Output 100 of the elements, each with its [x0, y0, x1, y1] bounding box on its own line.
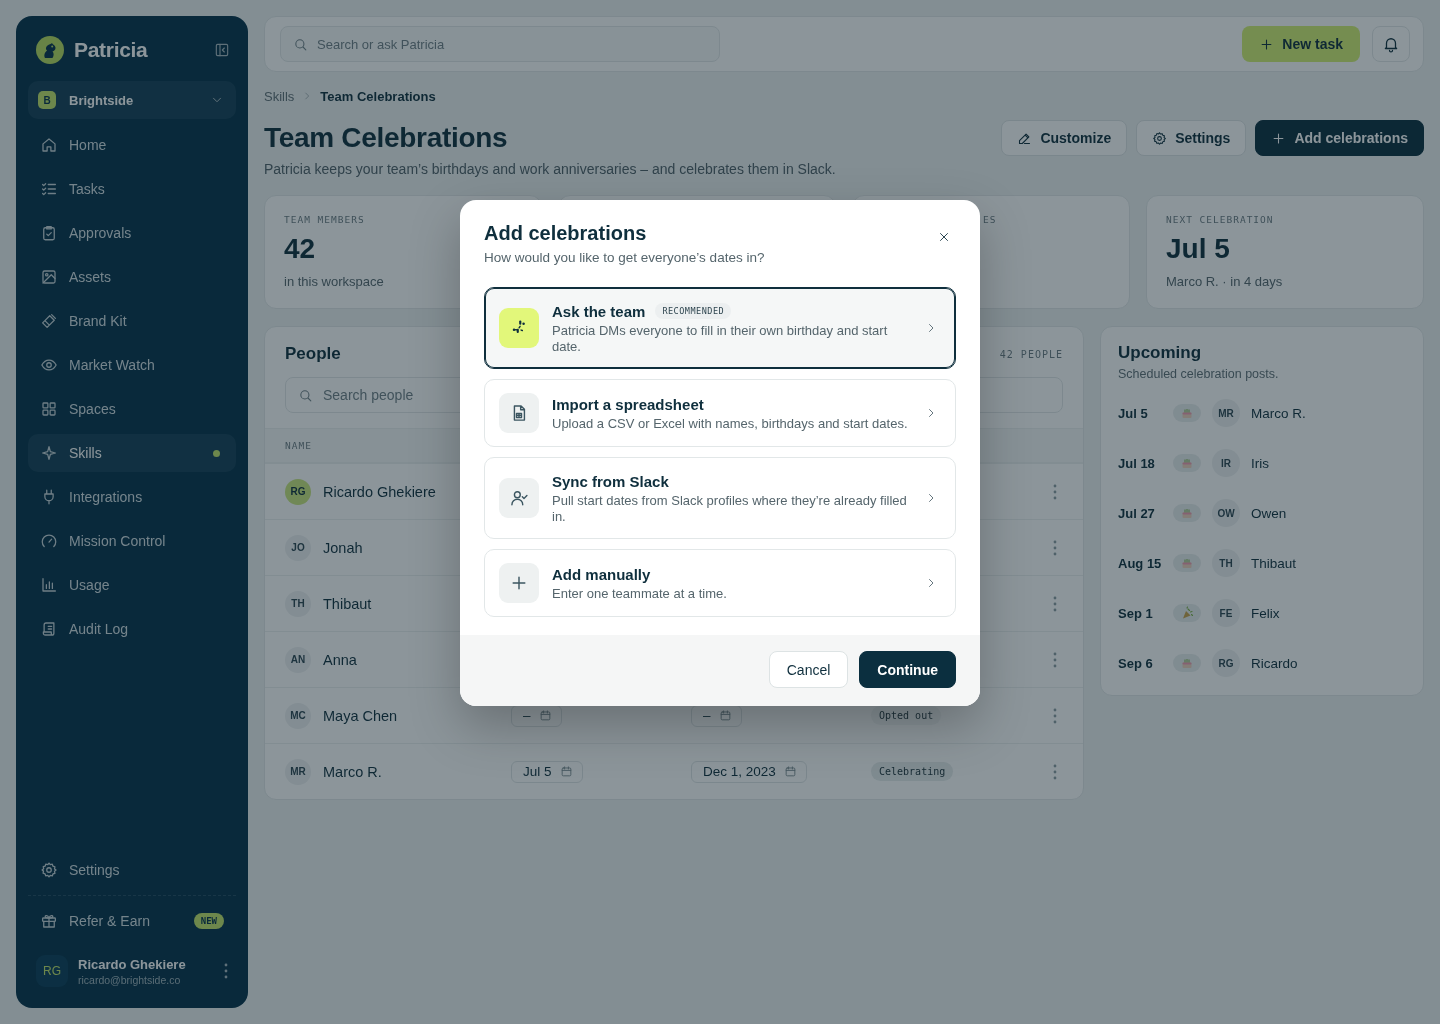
more-icon[interactable] — [1053, 539, 1057, 556]
user-name: Ricardo Ghekiere — [78, 956, 186, 972]
plus-icon — [499, 563, 539, 603]
option-description: Patricia DMs everyone to fill in their own birthday and start date. — [552, 323, 889, 355]
avatar: AN — [285, 646, 311, 673]
date-field[interactable]: Jul 5 — [511, 760, 583, 783]
person-name: Thibaut — [1251, 555, 1297, 571]
new-badge: NEW — [193, 913, 224, 929]
more-icon[interactable] — [1053, 763, 1057, 780]
settings-icon — [1152, 130, 1168, 146]
sidebar-collapse-icon[interactable] — [214, 42, 230, 58]
cancel-button[interactable]: Cancel — [768, 651, 849, 688]
person-name: Jonah — [323, 539, 363, 556]
settings-icon — [40, 861, 58, 879]
panel-title: Upcoming — [1118, 342, 1203, 364]
page-subtitle: Patricia keeps your team’s birthdays and work anniversaries – and celebrates them in Slack. — [264, 160, 836, 179]
person-name: Thibaut — [323, 595, 372, 612]
nav-item[interactable]: Market Watch — [28, 346, 236, 384]
option-description: Enter one teammate at a time. — [552, 586, 728, 602]
nav-item[interactable]: Approvals — [28, 214, 236, 252]
search-field[interactable]: Search or ask Patricia — [280, 26, 720, 62]
nav-item[interactable]: Refer & Earn NEW — [28, 902, 236, 940]
recommended-badge: RECOMMENDED — [655, 303, 732, 319]
celebration-date: Sep 6 — [1118, 655, 1154, 671]
notifications-button[interactable] — [1372, 26, 1410, 62]
nav-item[interactable]: Tasks — [28, 170, 236, 208]
person-name: Felix — [1251, 605, 1280, 621]
gift-icon — [40, 912, 58, 930]
cake-icon — [1173, 554, 1201, 572]
option-title: Add manually — [552, 565, 651, 583]
bar-chart-icon — [40, 576, 58, 594]
action-button[interactable]: Add celebrations — [1255, 120, 1424, 156]
celebration-date: Jul 18 — [1118, 455, 1156, 471]
option-card[interactable]: Import a spreadsheet Upload a CSV or Excel with names, birthdays and start dates. — [484, 379, 956, 447]
cake-icon — [1173, 454, 1201, 472]
person-name: Maya Chen — [323, 707, 398, 724]
user-email: ricardo@brightside.co — [78, 973, 182, 986]
nav-item[interactable]: Assets — [28, 258, 236, 296]
continue-button[interactable]: Continue — [859, 651, 956, 688]
person-name: Ricardo Ghekiere — [323, 483, 436, 500]
nav-item[interactable]: Audit Log — [28, 610, 236, 648]
close-icon[interactable] — [937, 230, 951, 244]
option-title: Sync from Slack — [552, 472, 669, 490]
workspace-avatar: B — [38, 91, 56, 109]
nav-item[interactable]: Home — [28, 126, 236, 164]
page-title: Team Celebrations — [264, 121, 509, 155]
dialog-title: Add celebrations — [484, 221, 648, 246]
checklist-icon — [40, 180, 58, 198]
person-name: Anna — [323, 651, 357, 668]
bell-icon — [1382, 35, 1400, 53]
nav-item[interactable]: Settings — [28, 851, 236, 889]
sparkle-icon — [40, 444, 58, 462]
search-icon — [293, 36, 308, 52]
nav-item[interactable]: Usage — [28, 566, 236, 604]
more-icon[interactable] — [1053, 595, 1057, 612]
status-badge: Opted out — [871, 706, 942, 725]
person-name: Owen — [1251, 505, 1287, 521]
option-card[interactable]: Sync from Slack Pull start dates from Slack profiles where they’re already filled in. — [484, 457, 956, 539]
home-icon — [40, 136, 58, 154]
avatar: TH — [1212, 549, 1240, 577]
cake-icon — [1173, 504, 1201, 522]
nav-item[interactable]: Spaces — [28, 390, 236, 428]
party-popper-icon — [1173, 604, 1201, 622]
avatar: IR — [1212, 449, 1240, 477]
more-icon[interactable] — [224, 963, 228, 979]
stat-value: Jul 5 — [1166, 232, 1230, 266]
brand-name: Patricia — [74, 38, 148, 62]
option-card[interactable]: Ask the team RECOMMENDED Patricia DMs everyone to fill in their own birthday and start date. — [484, 287, 956, 369]
status-badge: Celebrating — [871, 762, 954, 781]
scroll-icon — [40, 620, 58, 638]
more-icon[interactable] — [1053, 483, 1057, 500]
nav-item[interactable]: Mission Control — [28, 522, 236, 560]
breadcrumb-current: Team Celebrations — [320, 88, 436, 104]
celebration-date: Aug 15 — [1118, 555, 1163, 571]
option-title: Import a spreadsheet — [552, 395, 704, 413]
stat-note: Marco R. · in 4 days — [1166, 273, 1283, 291]
document-icon — [499, 393, 539, 433]
breadcrumb-link[interactable]: Skills — [264, 88, 295, 104]
person-check-icon — [499, 478, 539, 518]
option-card[interactable]: Add manually Enter one teammate at a time. — [484, 549, 956, 617]
calendar-icon — [783, 765, 797, 778]
action-button[interactable]: Settings — [1136, 120, 1247, 156]
image-icon — [40, 268, 58, 286]
paintbrush-icon — [40, 312, 58, 330]
option-description: Pull start dates from Slack profiles where they’re already filled in. — [552, 493, 908, 525]
date-field[interactable]: Dec 1, 2023 — [691, 760, 807, 783]
more-icon[interactable] — [1053, 651, 1057, 668]
more-icon[interactable] — [1053, 707, 1057, 724]
avatar: JO — [285, 534, 311, 561]
avatar: MC — [285, 702, 311, 729]
avatar: MR — [1212, 399, 1240, 427]
option-description: Upload a CSV or Excel with names, birthdays and start dates. — [552, 416, 909, 432]
gauge-icon — [40, 532, 58, 550]
avatar: OW — [1212, 499, 1240, 527]
new-task-button[interactable]: New task — [1242, 26, 1360, 62]
nav-item[interactable]: Brand Kit — [28, 302, 236, 340]
panel-subtitle: Scheduled celebration posts. — [1118, 366, 1280, 383]
nav-item[interactable]: Integrations — [28, 478, 236, 516]
person-name: Iris — [1251, 455, 1269, 471]
action-button[interactable]: Customize — [1001, 120, 1128, 156]
